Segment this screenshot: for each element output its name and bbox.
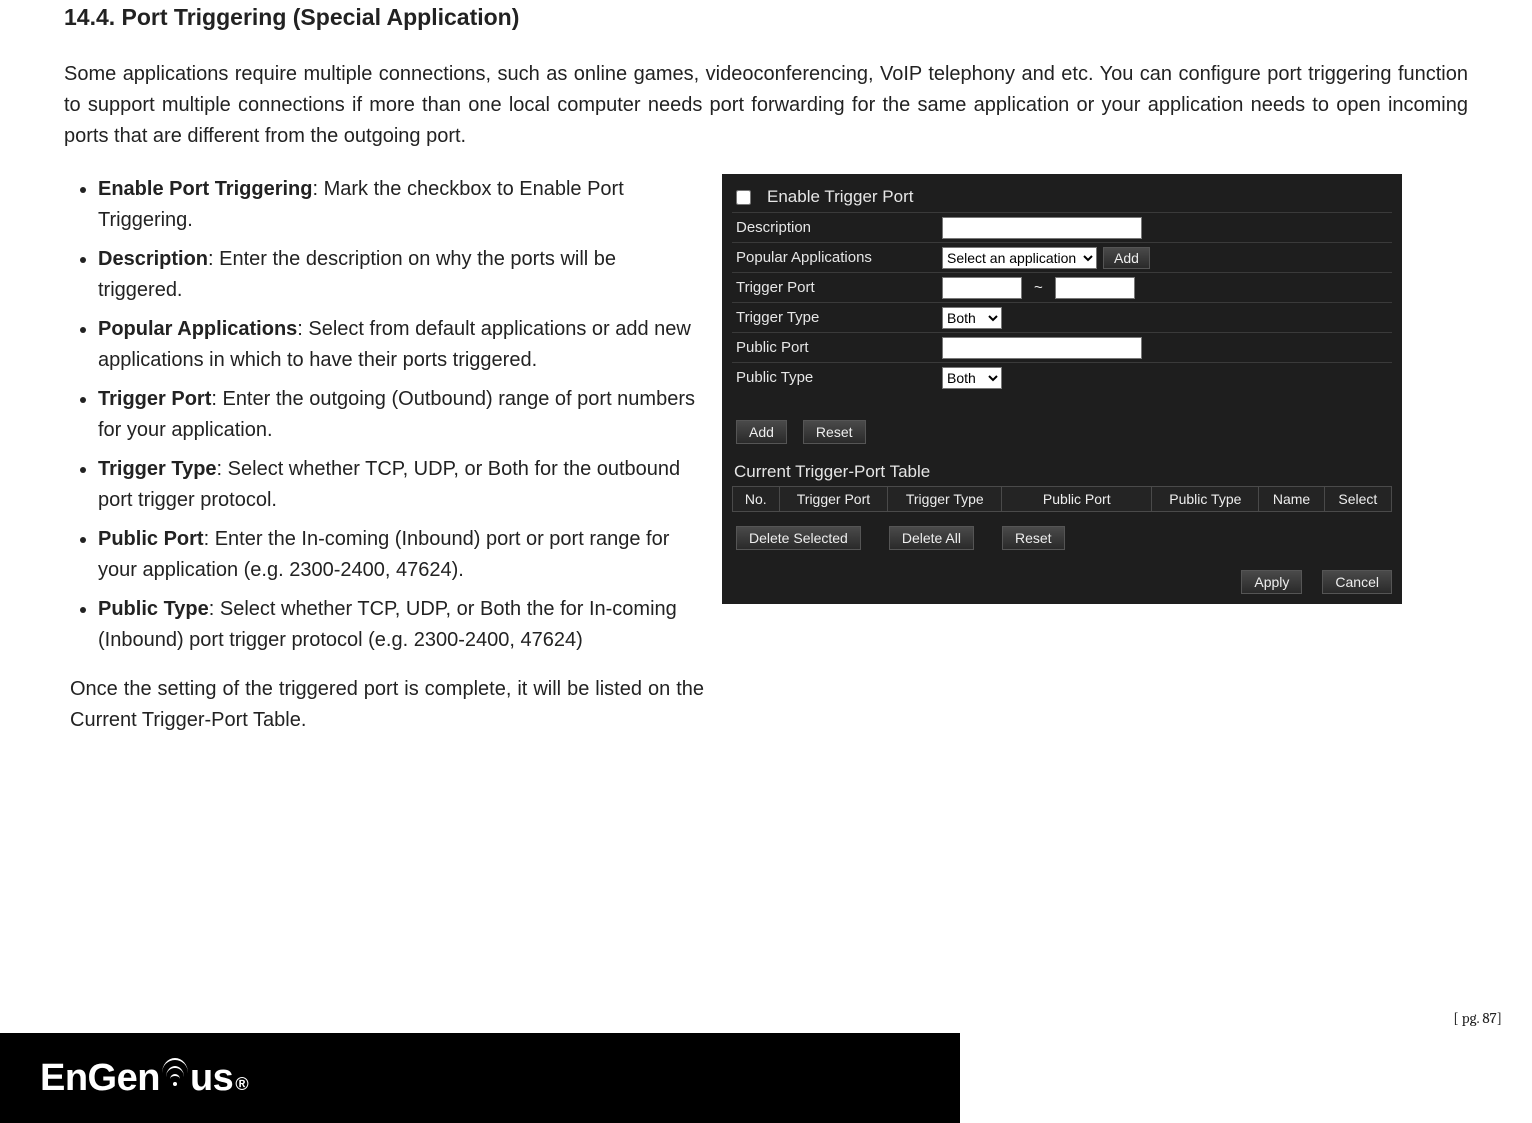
add-button[interactable]: Add: [736, 420, 787, 444]
cancel-button[interactable]: Cancel: [1322, 570, 1392, 594]
list-item: Description: Enter the description on wh…: [98, 244, 704, 306]
tilde-separator: ~: [1028, 279, 1049, 296]
section-title: 14.4. Port Triggering (Special Applicati…: [64, 4, 1468, 31]
bullet-term: Public Type: [98, 598, 209, 620]
bullet-term: Description: [98, 248, 208, 270]
public-port-input[interactable]: [942, 337, 1142, 359]
public-type-select[interactable]: Both: [942, 367, 1002, 389]
table-header: Trigger Port: [779, 487, 888, 512]
trigger-port-table: No. Trigger Port Trigger Type Public Por…: [732, 486, 1392, 512]
closing-paragraph: Once the setting of the triggered port i…: [64, 674, 704, 736]
description-input[interactable]: [942, 217, 1142, 239]
enable-trigger-checkbox[interactable]: [736, 190, 751, 205]
trigger-table-title: Current Trigger-Port Table: [734, 462, 1392, 482]
enable-trigger-label: Enable Trigger Port: [767, 187, 913, 207]
trigger-port-label: Trigger Port: [732, 279, 942, 296]
footer-bar: EnGen us ®: [0, 1033, 960, 1123]
bullet-term: Public Port: [98, 528, 204, 550]
add-app-button[interactable]: Add: [1103, 247, 1150, 269]
table-header: Public Type: [1152, 487, 1259, 512]
table-header: Public Port: [1002, 487, 1152, 512]
popular-apps-select[interactable]: Select an application: [942, 247, 1097, 269]
list-item: Popular Applications: Select from defaul…: [98, 314, 704, 376]
list-item: Public Port: Enter the In-coming (Inboun…: [98, 524, 704, 586]
table-header: Trigger Type: [888, 487, 1002, 512]
public-type-label: Public Type: [732, 369, 942, 386]
intro-paragraph: Some applications require multiple conne…: [64, 59, 1468, 152]
reset-button[interactable]: Reset: [803, 420, 866, 444]
trigger-port-to-input[interactable]: [1055, 277, 1135, 299]
list-item: Public Type: Select whether TCP, UDP, or…: [98, 594, 704, 656]
public-port-label: Public Port: [732, 339, 942, 356]
list-item: Enable Port Triggering: Mark the checkbo…: [98, 174, 704, 236]
list-item: Trigger Port: Enter the outgoing (Outbou…: [98, 384, 704, 446]
trigger-port-from-input[interactable]: [942, 277, 1022, 299]
registered-mark: ®: [235, 1074, 248, 1095]
router-panel: Enable Trigger Port Description Popular …: [722, 174, 1402, 604]
table-header: Select: [1324, 487, 1391, 512]
trigger-type-select[interactable]: Both: [942, 307, 1002, 329]
brand-text-pre: EnGen: [40, 1057, 160, 1100]
brand-text-post: us: [190, 1057, 233, 1100]
bullet-term: Trigger Type: [98, 458, 217, 480]
table-header: No.: [733, 487, 780, 512]
bullet-term: Popular Applications: [98, 318, 297, 340]
apply-button[interactable]: Apply: [1241, 570, 1302, 594]
page-number: [ pg. 87]: [1453, 1009, 1502, 1027]
table-header: Name: [1259, 487, 1324, 512]
wifi-icon: [161, 1058, 189, 1090]
delete-all-button[interactable]: Delete All: [889, 526, 974, 550]
bullet-term: Enable Port Triggering: [98, 178, 312, 200]
trigger-type-label: Trigger Type: [732, 309, 942, 326]
reset-table-button[interactable]: Reset: [1002, 526, 1065, 550]
bullet-term: Trigger Port: [98, 388, 211, 410]
description-label: Description: [732, 219, 942, 236]
popular-apps-label: Popular Applications: [732, 249, 942, 266]
brand-logo: EnGen us ®: [40, 1057, 248, 1100]
list-item: Trigger Type: Select whether TCP, UDP, o…: [98, 454, 704, 516]
delete-selected-button[interactable]: Delete Selected: [736, 526, 861, 550]
bullet-list: Enable Port Triggering: Mark the checkbo…: [64, 174, 704, 656]
